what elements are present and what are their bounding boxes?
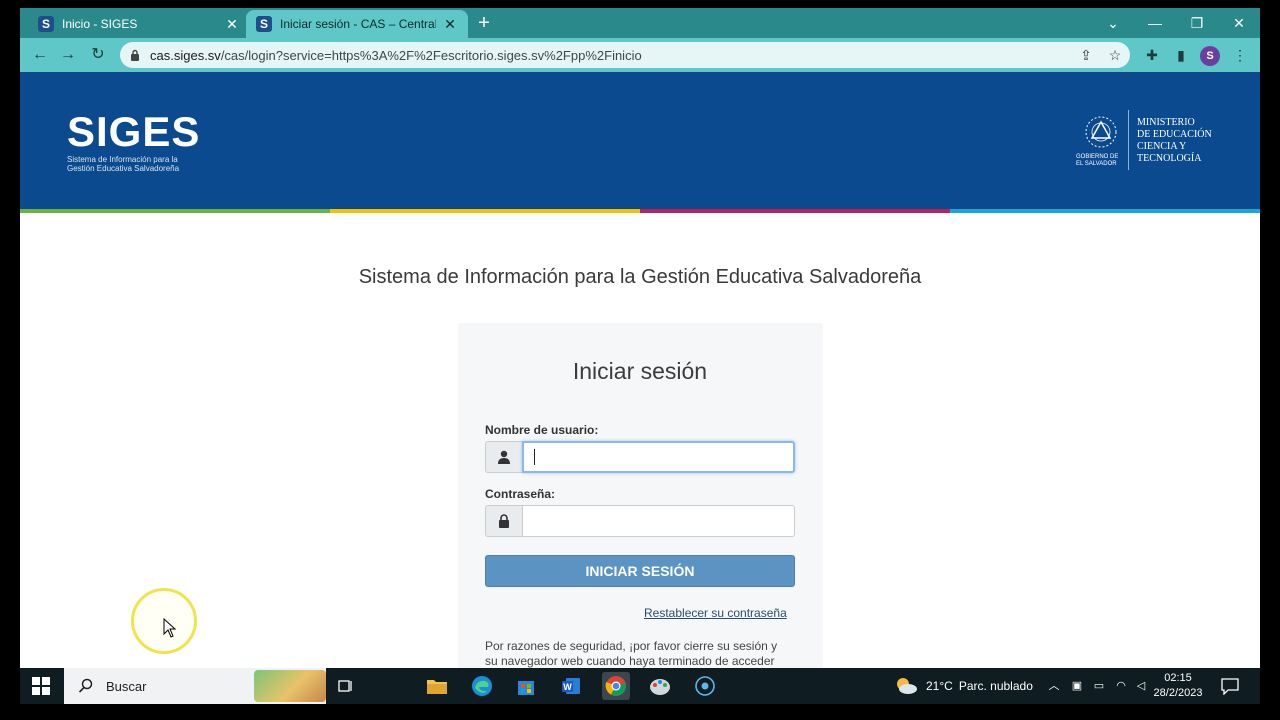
gov-label: GOBIERNO DE EL SALVADOR <box>1076 154 1126 168</box>
url-path: /cas/login?service=https%3A%2F%2Fescrito… <box>220 47 642 63</box>
volume-icon[interactable]: ◁ <box>1133 678 1149 694</box>
lock-icon <box>131 49 139 61</box>
edge-icon[interactable] <box>468 672 496 700</box>
tab-title: Inicio - SIGES <box>62 17 138 31</box>
color-stripe-yellow <box>330 209 640 213</box>
close-window-button[interactable]: ✕ <box>1218 8 1260 38</box>
logo-subtitle-line: Gestión Educativa Salvadoreña <box>67 164 180 173</box>
weather-temp: 21°C <box>926 679 953 693</box>
url-host: cas.siges.sv <box>150 47 221 63</box>
search-placeholder: Buscar <box>106 678 147 694</box>
store-icon[interactable] <box>512 672 540 700</box>
partly-cloudy-icon <box>897 678 917 694</box>
logo-subtitle-line: Sistema de Información para la <box>67 155 178 164</box>
side-panel-icon[interactable]: ▮ <box>1169 43 1193 67</box>
search-icon <box>78 678 93 693</box>
share-icon[interactable]: ⇪ <box>1075 42 1097 68</box>
word-icon[interactable]: W <box>557 672 585 700</box>
reset-password-link[interactable]: Restablecer su contraseña <box>644 606 787 620</box>
color-stripe-blue <box>950 209 1260 213</box>
tab-strip: S Inicio - SIGES ✕ S Iniciar sesión - CA… <box>20 8 1260 38</box>
gov-label-line: EL SALVADOR <box>1076 161 1117 167</box>
taskbar-search-box[interactable]: Buscar <box>64 668 326 704</box>
weather-widget[interactable]: 21°C Parc. nublado <box>894 668 1033 704</box>
siges-logo-title[interactable]: SIGES <box>67 108 200 156</box>
text-caret <box>534 449 535 465</box>
ministry-line: Ciencia y <box>1137 141 1187 152</box>
restore-button[interactable]: ❐ <box>1176 8 1218 38</box>
file-explorer-icon[interactable] <box>423 672 451 700</box>
battery-icon[interactable]: ▭ <box>1091 678 1107 694</box>
browser-window: S Inicio - SIGES ✕ S Iniciar sesión - CA… <box>20 8 1260 704</box>
chrome-icon[interactable] <box>602 672 630 700</box>
ministry-name: Ministerio de Educación Ciencia y Tecnol… <box>1137 117 1212 165</box>
gov-label-line: GOBIERNO DE <box>1076 154 1119 160</box>
login-heading: Iniciar sesión <box>572 358 708 384</box>
close-tab-icon[interactable]: ✕ <box>442 16 458 32</box>
show-hidden-icons-chevron-icon[interactable]: ︿ <box>1046 678 1062 694</box>
password-field-group <box>485 505 795 537</box>
lock-icon <box>485 505 522 537</box>
extensions-icon[interactable]: ✚ <box>1140 43 1164 67</box>
ministry-line: Ministerio <box>1137 117 1195 128</box>
siges-favicon-icon: S <box>38 16 54 32</box>
clock-date: 28/2/2023 <box>1153 687 1203 699</box>
svg-text:W: W <box>563 682 572 692</box>
seal-icon <box>1085 116 1117 148</box>
siges-logo-subtitle: Sistema de Información para la Gestión E… <box>67 155 217 173</box>
security-notice-line: Por razones de seguridad, ¡por favor cie… <box>485 639 778 653</box>
new-tab-button[interactable]: + <box>472 12 496 36</box>
clock-time: 02:15 <box>1164 672 1192 684</box>
logo-divider <box>1128 110 1129 170</box>
ministry-line: Tecnología <box>1137 153 1202 164</box>
color-stripe-green <box>20 209 330 213</box>
task-view-icon[interactable] <box>332 672 360 700</box>
tab-iniciar-sesion[interactable]: S Iniciar sesión - CAS – Central Aut ✕ <box>246 10 468 38</box>
security-notice-line: su navegador web cuando haya terminado d… <box>485 654 775 668</box>
username-input[interactable] <box>522 441 795 473</box>
security-notice: Por razones de seguridad, ¡por favor cie… <box>485 639 800 669</box>
menu-icon[interactable]: ⋮ <box>1228 43 1252 67</box>
windows-start-icon[interactable] <box>32 677 50 695</box>
close-tab-icon[interactable]: ✕ <box>224 16 240 32</box>
browser-toolbar: ← → ↻ cas.siges.sv/cas/login?service=htt… <box>20 38 1260 72</box>
address-bar[interactable]: cas.siges.sv/cas/login?service=https%3A%… <box>120 42 1130 68</box>
username-label: Nombre de usuario: <box>485 423 599 437</box>
ministry-line: de Educación <box>1137 129 1212 140</box>
search-highlight-image <box>254 670 326 702</box>
color-stripe-magenta <box>640 209 950 213</box>
device-icon[interactable]: ▣ <box>1069 678 1085 694</box>
tab-inicio-siges[interactable]: S Inicio - SIGES ✕ <box>28 10 250 38</box>
mouse-pointer-icon <box>163 618 177 638</box>
user-icon <box>485 441 522 473</box>
windows-taskbar: Buscar W 21°C Parc. nublado ︿ ▣ ▭ ◠ ◁ 02… <box>20 668 1260 704</box>
profile-avatar[interactable]: S <box>1200 46 1220 66</box>
password-input[interactable] <box>522 505 795 537</box>
tab-title: Iniciar sesión - CAS – Central Aut <box>280 17 436 31</box>
forward-button[interactable]: → <box>56 43 80 67</box>
media-icon[interactable] <box>691 672 719 700</box>
back-button[interactable]: ← <box>28 43 52 67</box>
site-header: SIGES Sistema de Información para la Ges… <box>20 72 1260 209</box>
siges-favicon-icon: S <box>256 16 272 32</box>
paint-icon[interactable] <box>646 672 674 700</box>
notifications-icon[interactable] <box>1220 677 1240 695</box>
wifi-icon[interactable]: ◠ <box>1113 678 1129 694</box>
system-clock[interactable]: 02:15 28/2/2023 <box>1150 671 1206 701</box>
el-salvador-seal-logo: GOBIERNO DE EL SALVADOR <box>1076 112 1126 168</box>
tab-search-chevron-icon[interactable]: ⌄ <box>1092 8 1134 38</box>
username-field-group <box>485 441 795 473</box>
password-label: Contraseña: <box>485 487 556 501</box>
bookmark-star-icon[interactable]: ☆ <box>1104 42 1126 68</box>
minimize-button[interactable]: — <box>1134 8 1176 38</box>
reload-button[interactable]: ↻ <box>86 43 110 67</box>
weather-text: Parc. nublado <box>958 679 1033 693</box>
app-title: Sistema de Información para la Gestión E… <box>358 266 922 288</box>
login-button[interactable]: INICIAR SESIÓN <box>485 555 795 587</box>
